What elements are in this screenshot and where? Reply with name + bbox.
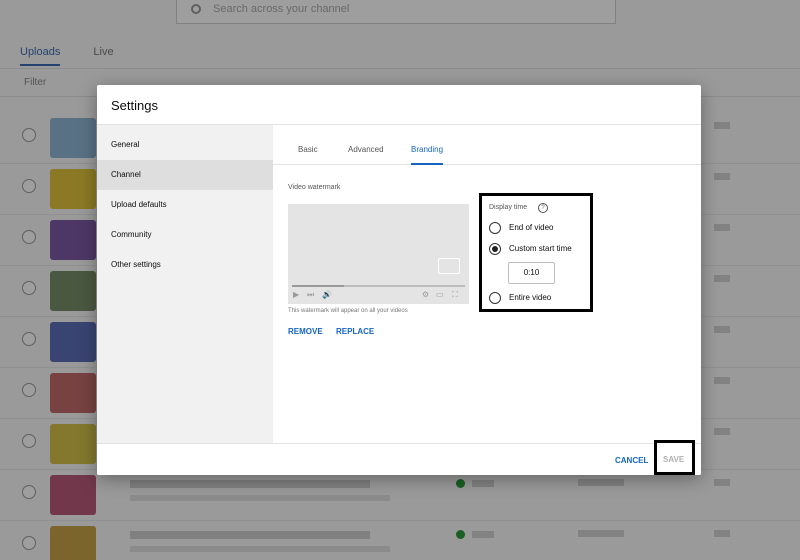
play-icon[interactable]: ▶ [293,290,299,299]
sidebar-item-community[interactable]: Community [97,220,273,250]
fullscreen-icon[interactable]: ⛶ [452,290,458,300]
next-icon[interactable]: ⏭ [307,290,314,300]
display-time-title: Display time [489,204,528,211]
settings-sidebar: General Channel Upload defaults Communit… [97,125,273,443]
replace-watermark-button[interactable]: REPLACE [336,327,374,336]
radio-end-of-video[interactable] [489,222,501,234]
custom-start-time-input[interactable]: 0:10 [508,262,555,284]
dialog-header: Settings [97,85,701,125]
option-label: Entire video [509,293,552,302]
remove-watermark-button[interactable]: REMOVE [288,327,323,336]
player-progress-fill [292,285,344,287]
watermark-logo-icon [438,258,460,274]
dialog-title: Settings [111,98,158,113]
settings-dialog: Settings General Channel Upload defaults… [97,85,701,475]
volume-icon[interactable]: 🔊 [322,290,332,299]
tab-basic[interactable]: Basic [298,145,318,165]
save-button-label: SAVE [663,455,685,464]
cancel-button[interactable]: CANCEL [615,456,648,465]
radio-custom-start-time[interactable] [489,243,501,255]
radio-entire-video[interactable] [489,292,501,304]
option-label: Custom start time [509,244,572,253]
channel-tabs: Basic Advanced Branding [273,125,701,165]
sidebar-item-general[interactable]: General [97,130,273,160]
sidebar-item-channel[interactable]: Channel [97,160,273,190]
display-time-panel: Display time ? End of video Custom start… [479,193,593,312]
dialog-footer: CANCEL SAVE [97,440,701,475]
sidebar-item-other-settings[interactable]: Other settings [97,250,273,280]
watermark-note: This watermark will appear on all your v… [288,308,408,314]
tab-advanced[interactable]: Advanced [348,145,384,165]
settings-content: Basic Advanced Branding Video watermark … [273,125,701,443]
option-label: End of video [509,223,554,232]
gear-icon[interactable]: ⚙ [422,290,429,299]
miniplayer-icon[interactable]: ▭ [436,290,444,299]
tab-branding[interactable]: Branding [411,145,444,165]
save-button[interactable]: SAVE [654,440,695,475]
watermark-preview-player: ▶ ⏭ 🔊 ⚙ ▭ ⛶ [288,204,469,304]
video-watermark-label: Video watermark [288,184,341,191]
help-icon[interactable]: ? [538,203,548,213]
sidebar-item-upload-defaults[interactable]: Upload defaults [97,190,273,220]
